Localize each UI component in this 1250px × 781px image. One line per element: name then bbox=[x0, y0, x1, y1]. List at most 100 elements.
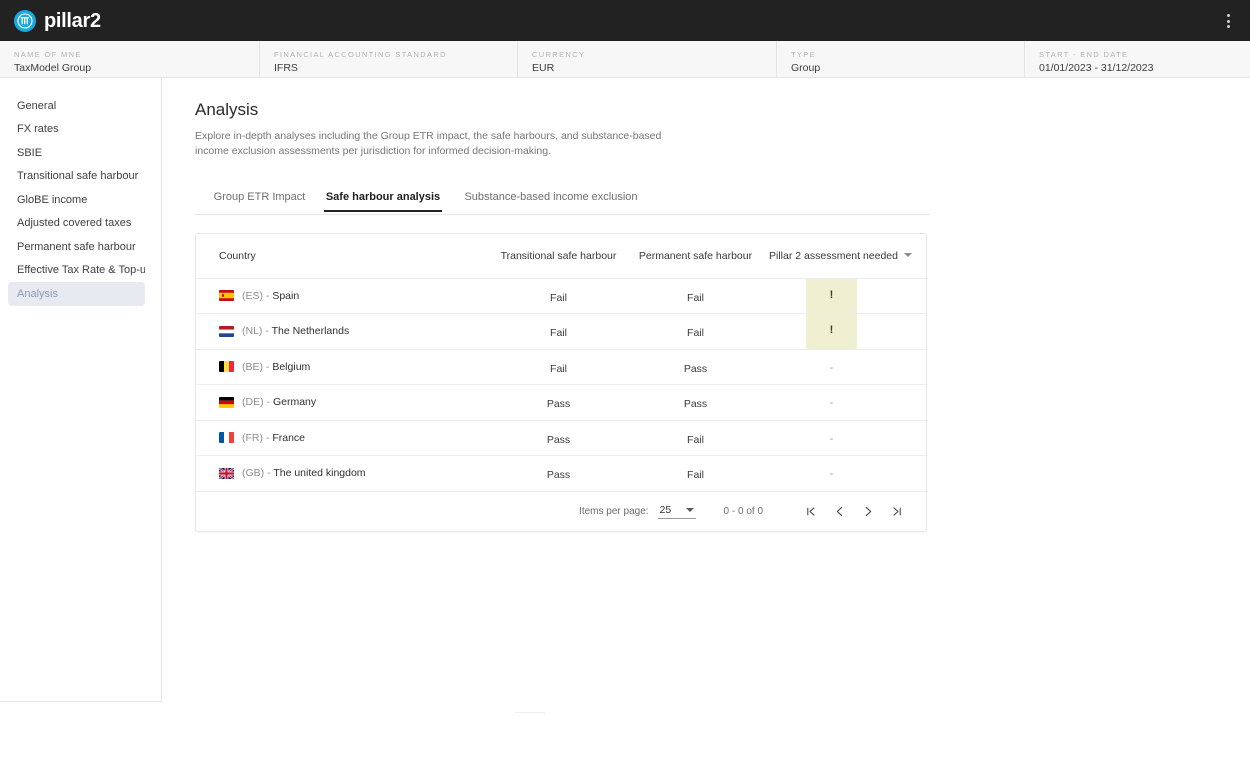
table-body: (ES) - Spain Fail Fail ! (NL) - The Neth… bbox=[196, 278, 928, 492]
table-row[interactable]: (DE) - Germany Pass Pass - bbox=[196, 384, 928, 421]
pagination-range-label: 0 - 0 of 0 bbox=[723, 505, 763, 517]
info-value: TaxModel Group bbox=[14, 62, 92, 74]
country-iso: (GB) bbox=[242, 467, 265, 480]
info-value: EUR bbox=[532, 62, 555, 74]
entity-info-strip: NAME OF MNE TaxModel Group FINANCIAL ACC… bbox=[0, 41, 1250, 78]
country-name: France bbox=[272, 431, 306, 444]
first-page-button[interactable] bbox=[796, 497, 825, 526]
info-name-of-mne: NAME OF MNE TaxModel Group bbox=[0, 41, 260, 77]
items-per-page-label: Items per page: bbox=[579, 505, 649, 517]
sidebar-item-label: General bbox=[17, 99, 57, 112]
previous-page-icon bbox=[836, 506, 843, 516]
last-page-icon bbox=[893, 506, 901, 516]
warning-exclamation-icon: ! bbox=[829, 324, 834, 337]
main-content: Analysis Explore in-depth analyses inclu… bbox=[162, 78, 1250, 781]
table-row[interactable]: (BE) - Belgium Fail Pass - bbox=[196, 349, 928, 385]
cell-country: (BE) - Belgium bbox=[196, 349, 491, 385]
flag-de-icon bbox=[219, 396, 234, 408]
cell-transitional-safe-harbour: Fail bbox=[491, 313, 626, 350]
value-text: Fail bbox=[687, 291, 704, 304]
sidebar-item-label: SBIE bbox=[17, 146, 43, 159]
table-row[interactable]: (GB) - The united kingdom Pass Fail - bbox=[196, 455, 928, 492]
cell-permanent-safe-harbour: Fail bbox=[626, 420, 765, 456]
sidebar-item-globe-income[interactable]: GloBE income bbox=[8, 188, 145, 212]
cell-pillar2-assessment-needed: ! bbox=[765, 313, 928, 350]
column-header-pillar2-assessment-needed[interactable]: Pillar 2 assessment needed bbox=[765, 234, 928, 279]
sidebar-item-label: Analysis bbox=[17, 287, 58, 300]
previous-page-button[interactable] bbox=[825, 497, 854, 526]
value-text: - bbox=[829, 432, 834, 445]
info-currency: CURRENCY EUR bbox=[518, 41, 777, 77]
assessment-warning-badge: ! bbox=[806, 278, 857, 313]
value-text: Pass bbox=[683, 398, 708, 411]
sidebar-item-effective-tax-rate-topup[interactable]: Effective Tax Rate & Top-up... bbox=[8, 259, 145, 283]
pillar2-logo-icon bbox=[14, 9, 36, 32]
value-text: Pass bbox=[546, 469, 571, 482]
sidebar-item-label: Effective Tax Rate & Top-up... bbox=[17, 264, 145, 277]
items-per-page-select[interactable]: 25 bbox=[657, 504, 696, 519]
column-header-label: Transitional safe harbour bbox=[500, 249, 617, 262]
value-text: Pass bbox=[683, 362, 708, 375]
tab-group-etr-impact[interactable]: Group ETR Impact bbox=[195, 186, 324, 211]
tab-safe-harbour-analysis[interactable]: Safe harbour analysis bbox=[324, 186, 442, 212]
flag-es-icon bbox=[219, 290, 234, 302]
app-logo[interactable]: pillar2 bbox=[14, 9, 101, 32]
tab-label: Safe harbour analysis bbox=[325, 191, 441, 203]
sidebar-item-analysis[interactable]: Analysis bbox=[8, 282, 145, 306]
tab-label: Group ETR Impact bbox=[213, 191, 306, 203]
column-header-label: Pillar 2 assessment needed bbox=[769, 249, 898, 262]
sidebar-item-fx-rates[interactable]: FX rates bbox=[8, 118, 145, 142]
assessment-empty-badge: - bbox=[806, 350, 858, 385]
kebab-menu-icon[interactable] bbox=[1220, 13, 1236, 29]
info-label: NAME OF MNE bbox=[14, 50, 82, 59]
value-text: - bbox=[829, 361, 834, 374]
country-name: The united kingdom bbox=[273, 467, 366, 480]
first-page-icon bbox=[807, 506, 815, 516]
country-name: The Netherlands bbox=[271, 325, 350, 338]
analysis-tabs: Group ETR Impact Safe harbour analysis S… bbox=[195, 186, 930, 215]
country-separator: - bbox=[264, 467, 274, 480]
column-header-permanent-safe-harbour[interactable]: Permanent safe harbour bbox=[626, 234, 765, 279]
sort-descending-caret-icon[interactable] bbox=[904, 252, 912, 257]
sidebar-item-label: Permanent safe harbour bbox=[17, 240, 136, 253]
info-value: 01/01/2023 - 31/12/2023 bbox=[1039, 62, 1154, 74]
cell-country: (ES) - Spain bbox=[196, 278, 491, 314]
column-header-country[interactable]: Country bbox=[196, 234, 491, 279]
safe-harbour-table: Country Transitional safe harbour Perman… bbox=[196, 234, 928, 492]
tab-substance-based-income-exclusion[interactable]: Substance-based income exclusion bbox=[442, 186, 660, 211]
sidebar-item-general[interactable]: General bbox=[8, 94, 145, 118]
sidebar-item-permanent-safe-harbour[interactable]: Permanent safe harbour bbox=[8, 235, 145, 259]
sidebar-item-label: Transitional safe harbour bbox=[17, 170, 139, 183]
cell-pillar2-assessment-needed: ! bbox=[765, 278, 928, 314]
brand-name: pillar2 bbox=[44, 9, 101, 32]
flag-fr-icon bbox=[219, 432, 234, 444]
cell-transitional-safe-harbour: Pass bbox=[491, 455, 626, 492]
country-iso: (FR) bbox=[242, 431, 263, 444]
country-iso: (BE) bbox=[242, 360, 263, 373]
country-name: Belgium bbox=[272, 360, 311, 373]
value-text: Fail bbox=[687, 327, 704, 340]
sidebar-item-adjusted-covered-taxes[interactable]: Adjusted covered taxes bbox=[8, 212, 145, 236]
flag-be-icon bbox=[219, 361, 234, 373]
table-row[interactable]: (NL) - The Netherlands Fail Fail ! bbox=[196, 313, 928, 350]
country-name: Germany bbox=[272, 396, 317, 409]
assessment-empty-badge: - bbox=[806, 456, 858, 491]
column-header-transitional-safe-harbour[interactable]: Transitional safe harbour bbox=[491, 234, 626, 279]
sidebar-item-transitional-safe-harbour[interactable]: Transitional safe harbour bbox=[8, 165, 145, 189]
column-header-label: Permanent safe harbour bbox=[638, 249, 753, 262]
info-label: TYPE bbox=[791, 50, 816, 59]
cell-transitional-safe-harbour: Fail bbox=[491, 278, 626, 314]
assessment-empty-badge: - bbox=[806, 421, 858, 456]
value-text: Fail bbox=[550, 362, 567, 375]
sidebar-nav: General FX rates SBIE Transitional safe … bbox=[0, 78, 162, 702]
last-page-button[interactable] bbox=[883, 497, 912, 526]
cell-permanent-safe-harbour: Fail bbox=[626, 455, 765, 492]
sidebar-item-sbie[interactable]: SBIE bbox=[8, 141, 145, 165]
country-iso: (NL) bbox=[242, 325, 263, 338]
cell-country: (NL) - The Netherlands bbox=[196, 313, 491, 350]
value-text: Pass bbox=[546, 433, 571, 446]
next-page-button[interactable] bbox=[854, 497, 883, 526]
table-row[interactable]: (ES) - Spain Fail Fail ! bbox=[196, 278, 928, 314]
cell-country: (FR) - France bbox=[196, 420, 491, 456]
table-row[interactable]: (FR) - France Pass Fail - bbox=[196, 420, 928, 456]
